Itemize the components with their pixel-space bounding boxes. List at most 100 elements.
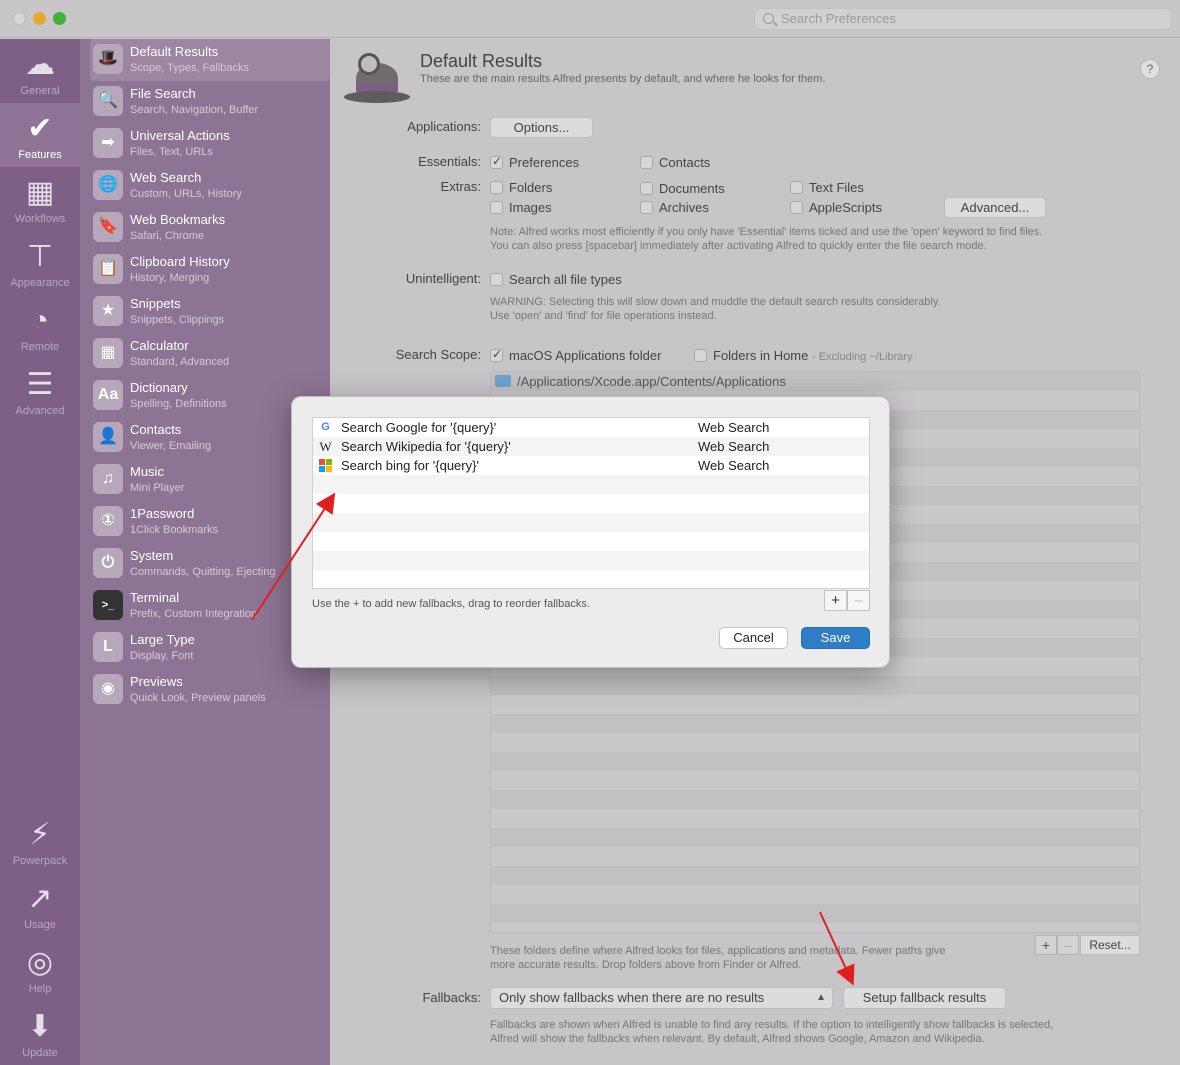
empty-row bbox=[313, 475, 869, 494]
rail-item-features[interactable]: ✔ Features bbox=[0, 103, 80, 167]
eye-icon: ◉ bbox=[93, 674, 123, 704]
list-item[interactable]: /Applications/Xcode.app/Contents/Applica… bbox=[495, 374, 786, 389]
rail-item-advanced[interactable]: ☰ Advanced bbox=[0, 359, 80, 423]
remove-fallback-button[interactable]: – bbox=[847, 590, 870, 611]
feature-subtitle: 1Click Bookmarks bbox=[130, 524, 219, 536]
lifebuoy-icon: ◎ bbox=[26, 946, 54, 979]
archives-checkbox[interactable]: Archives bbox=[640, 200, 709, 215]
feature-title: Dictionary bbox=[130, 380, 188, 395]
feature-item-file-search[interactable]: 🔍 File Search Search, Navigation, Buffer bbox=[80, 81, 330, 123]
default-results-icon: 🎩 bbox=[93, 44, 123, 74]
cancel-button[interactable]: Cancel bbox=[719, 627, 788, 649]
fallbacks-note-line1: Fallbacks are shown when Alfred is unabl… bbox=[490, 1019, 1054, 1031]
table-row[interactable]: Search bing for '{query}' Web Search bbox=[313, 456, 869, 475]
reset-button[interactable]: Reset... bbox=[1080, 935, 1140, 955]
feature-title: File Search bbox=[130, 86, 196, 101]
warning-line2: Use 'open' and 'find' for file operation… bbox=[490, 310, 717, 322]
checkbox-label: Search all file types bbox=[509, 272, 622, 287]
contacts-checkbox[interactable]: Contacts bbox=[640, 155, 710, 170]
chart-icon: ↗ bbox=[27, 882, 53, 915]
table-row[interactable]: G Search Google for '{query}' Web Search bbox=[313, 418, 869, 437]
bing-icon bbox=[319, 459, 332, 472]
rail-item-update[interactable]: ⬇ Update bbox=[0, 1001, 80, 1065]
minimize-window-button[interactable] bbox=[33, 12, 46, 25]
feature-subtitle: Viewer, Emailing bbox=[130, 440, 212, 452]
checkbox-label: Documents bbox=[659, 181, 725, 196]
calculator-icon: ▦ bbox=[93, 338, 123, 368]
feature-subtitle: Standard, Advanced bbox=[130, 356, 230, 368]
fallbacks-select[interactable]: Only show fallbacks when there are no re… bbox=[490, 987, 833, 1009]
google-icon: G bbox=[321, 421, 330, 433]
zoom-window-button[interactable] bbox=[53, 12, 66, 25]
save-button[interactable]: Save bbox=[801, 627, 870, 649]
macos-applications-checkbox[interactable]: macOS Applications folder bbox=[490, 347, 661, 363]
images-checkbox[interactable]: Images bbox=[490, 200, 552, 215]
documents-checkbox[interactable]: Documents bbox=[640, 181, 725, 196]
feature-item-default-results[interactable]: 🎩 Default Results Scope, Types, Fallback… bbox=[90, 39, 330, 81]
help-button[interactable]: ? bbox=[1140, 59, 1160, 79]
checkbox-label: Folders bbox=[509, 180, 553, 195]
options-button[interactable]: Options... bbox=[490, 117, 593, 138]
fallbacks-table[interactable]: G Search Google for '{query}' Web Search… bbox=[312, 417, 870, 589]
rail-item-label: Appearance bbox=[10, 277, 70, 289]
feature-title: Default Results bbox=[130, 44, 219, 59]
checkbox-label: Preferences bbox=[509, 155, 580, 170]
remove-folder-button[interactable]: – bbox=[1057, 935, 1079, 955]
power-icon: ⏻ bbox=[93, 548, 123, 578]
alfred-hat-icon bbox=[344, 51, 410, 107]
fallback-type: Web Search bbox=[698, 439, 770, 454]
search-preferences-placeholder: Search Preferences bbox=[781, 11, 896, 26]
universal-actions-icon: ➡ bbox=[93, 128, 123, 158]
text-files-checkbox[interactable]: Text Files bbox=[790, 180, 864, 195]
search-all-file-types-checkbox[interactable]: Search all file types bbox=[490, 272, 622, 287]
feature-item-snippets[interactable]: ★ Snippets Snippets, Clippings bbox=[80, 291, 330, 333]
rail-item-usage[interactable]: ↗ Usage bbox=[0, 873, 80, 937]
add-folder-button[interactable]: + bbox=[1035, 935, 1057, 955]
folders-note-line2: more accurate results. Drop folders abov… bbox=[490, 959, 802, 971]
folders-checkbox[interactable]: Folders bbox=[490, 180, 552, 195]
rail-item-label: Features bbox=[18, 149, 62, 161]
rail-item-general[interactable]: ☁ General bbox=[0, 39, 80, 103]
updown-chevron-icon: ▲ bbox=[816, 992, 826, 1003]
search-scope-label: Search Scope: bbox=[395, 347, 481, 362]
feature-item-universal-actions[interactable]: ➡ Universal Actions Files, Text, URLs bbox=[80, 123, 330, 165]
setup-fallback-results-button[interactable]: Setup fallback results bbox=[843, 987, 1006, 1009]
feature-item-calculator[interactable]: ▦ Calculator Standard, Advanced bbox=[80, 333, 330, 375]
close-window-button[interactable] bbox=[13, 12, 26, 25]
fallback-type: Web Search bbox=[698, 420, 770, 435]
wikipedia-icon: W bbox=[319, 439, 332, 454]
dictionary-icon: Aa bbox=[93, 380, 123, 410]
rail-item-label: Advanced bbox=[15, 405, 65, 417]
feature-title: Music bbox=[130, 464, 164, 479]
empty-row bbox=[313, 513, 869, 532]
applescripts-checkbox[interactable]: AppleScripts bbox=[790, 200, 882, 215]
rail-item-workflows[interactable]: ▦ Workflows bbox=[0, 167, 80, 231]
empty-row bbox=[313, 570, 869, 588]
rail-item-remote[interactable]: ◔ Remote bbox=[0, 295, 80, 359]
feature-item-clipboard-history[interactable]: 📋 Clipboard History History, Merging bbox=[80, 249, 330, 291]
folders-in-home-checkbox[interactable]: Folders in Home - Excluding ~/Library bbox=[694, 348, 913, 363]
preferences-checkbox[interactable]: Preferences bbox=[490, 154, 580, 170]
rail-item-powerpack[interactable]: ⚡ Powerpack bbox=[0, 809, 80, 873]
page-title: Default Results bbox=[420, 51, 543, 71]
sliders-icon: ☰ bbox=[26, 368, 54, 401]
table-row[interactable]: W Search Wikipedia for '{query}' Web Sea… bbox=[313, 437, 869, 456]
search-icon bbox=[763, 13, 774, 24]
feature-item-web-bookmarks[interactable]: 🔖 Web Bookmarks Safari, Chrome bbox=[80, 207, 330, 249]
rail-item-appearance[interactable]: ⊤ Appearance bbox=[0, 231, 80, 295]
advanced-button[interactable]: Advanced... bbox=[944, 197, 1046, 218]
search-preferences-input[interactable]: Search Preferences bbox=[754, 8, 1172, 30]
category-rail: ☁ General ✔ Features ▦ Workflows ⊤ Appea… bbox=[0, 39, 80, 1065]
feature-subtitle: Snippets, Clippings bbox=[130, 314, 225, 326]
feature-title: Previews bbox=[130, 674, 183, 689]
title-bar: Search Preferences bbox=[0, 0, 1180, 38]
feature-item-previews[interactable]: ◉ Previews Quick Look, Preview panels bbox=[80, 669, 330, 711]
fallbacks-select-value: Only show fallbacks when there are no re… bbox=[499, 990, 765, 1005]
checkbox-label: Contacts bbox=[659, 155, 711, 170]
feature-item-web-search[interactable]: 🌐 Web Search Custom, URLs, History bbox=[80, 165, 330, 207]
feature-title: Web Bookmarks bbox=[130, 212, 226, 227]
add-fallback-button[interactable]: + bbox=[824, 590, 847, 611]
rail-item-help[interactable]: ◎ Help bbox=[0, 937, 80, 1001]
extras-label: Extras: bbox=[440, 179, 481, 194]
clipboard-icon: 📋 bbox=[93, 254, 123, 284]
